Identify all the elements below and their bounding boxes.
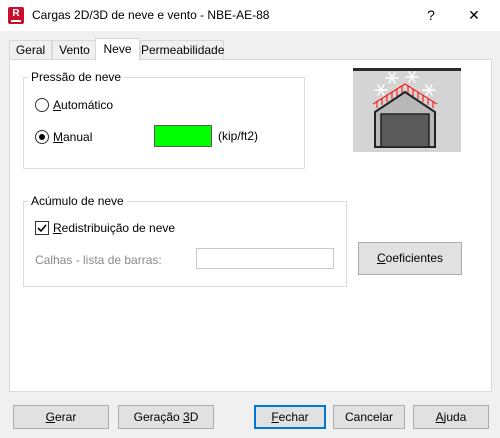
help-button[interactable]: Ajuda <box>413 405 489 429</box>
automatic-radio[interactable] <box>35 98 49 112</box>
snow-pressure-group <box>23 77 305 169</box>
generate-3d-button[interactable]: Geração 3D <box>118 405 214 429</box>
cancel-button[interactable]: Cancelar <box>333 405 405 429</box>
automatic-label[interactable]: Automático <box>53 98 113 112</box>
tab-permeabilidade[interactable]: Permeabilidade <box>140 40 224 60</box>
close-button[interactable]: Fechar <box>254 405 326 429</box>
snow-load-illustration <box>353 68 461 152</box>
gutters-label: Calhas - lista de barras: <box>35 253 162 267</box>
tab-neve[interactable]: Neve <box>95 38 140 61</box>
redistribution-checkbox[interactable] <box>35 221 49 235</box>
snow-pressure-group-label: Pressão de neve <box>28 70 125 84</box>
snow-accumulation-group <box>23 201 347 287</box>
manual-label[interactable]: Manual <box>53 130 92 144</box>
redistribution-label[interactable]: Redistribuição de neve <box>53 221 175 235</box>
checkmark-icon <box>37 224 47 233</box>
coefficients-button[interactable]: Coeficientes <box>358 242 462 275</box>
close-icon[interactable]: ✕ <box>451 0 497 31</box>
gutters-bar-list-input[interactable] <box>196 248 334 269</box>
tab-geral[interactable]: Geral <box>9 40 52 60</box>
tab-vento[interactable]: Vento <box>52 40 97 60</box>
snow-pressure-unit: (kip/ft2) <box>218 129 259 143</box>
generate-button[interactable]: Gerar <box>13 405 109 429</box>
snow-accumulation-group-label: Acúmulo de neve <box>28 194 127 208</box>
manual-radio[interactable] <box>35 130 49 144</box>
window-title: Cargas 2D/3D de neve e vento - NBE-AE-88 <box>32 8 270 22</box>
snow-pressure-field[interactable] <box>154 125 212 147</box>
app-logo-icon: R <box>8 7 24 24</box>
help-icon[interactable]: ? <box>411 0 451 31</box>
